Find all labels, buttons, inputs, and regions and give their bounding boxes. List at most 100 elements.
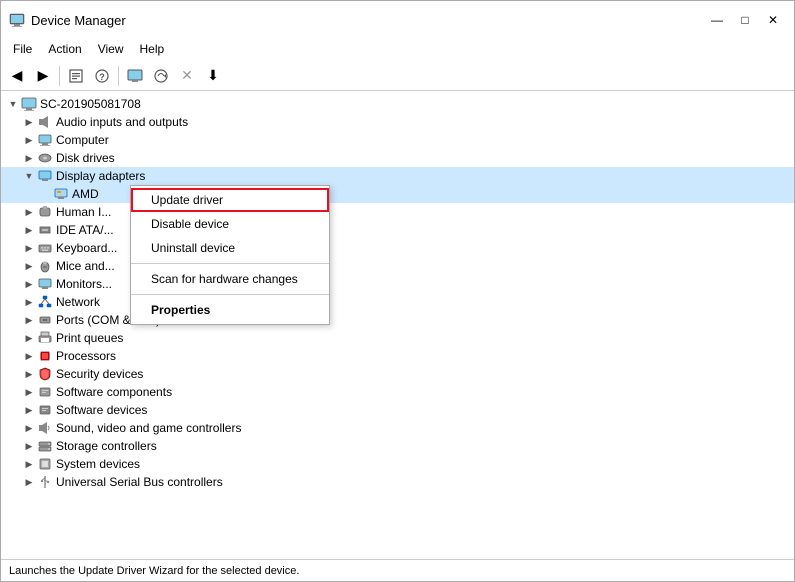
system-icon [37, 456, 53, 472]
ports-expander: ▶ [21, 312, 37, 328]
title-bar: Device Manager — □ ✕ [1, 1, 794, 37]
audio-expander: ▶ [21, 114, 37, 130]
system-label: System devices [56, 457, 140, 471]
window-title: Device Manager [31, 13, 126, 28]
keyboard-icon [37, 240, 53, 256]
sound-expander: ▶ [21, 420, 37, 436]
tree-ports[interactable]: ▶ Ports (COM & LPT) [1, 311, 794, 329]
hid-icon [37, 204, 53, 220]
remove-device-button[interactable]: ✕ [175, 64, 199, 88]
tree-mice[interactable]: ▶ Mice and... [1, 257, 794, 275]
sw-components-label: Software components [56, 385, 172, 399]
mice-icon [37, 258, 53, 274]
tree-usb[interactable]: ▶ Universal Serial Bus controllers [1, 473, 794, 491]
disk-icon [37, 150, 53, 166]
root-expander: ▼ [5, 96, 21, 112]
tree-amd[interactable]: AMD [1, 185, 794, 203]
ctx-update-driver[interactable]: Update driver [131, 188, 329, 212]
device-tree[interactable]: ▼ SC-201905081708 ▶ Audio inputs and out… [1, 91, 794, 559]
context-menu: Update driver Disable device Uninstall d… [130, 185, 330, 325]
tree-system[interactable]: ▶ System devices [1, 455, 794, 473]
tree-sw-components[interactable]: ▶ Software components [1, 383, 794, 401]
tree-storage[interactable]: ▶ Storage controllers [1, 437, 794, 455]
usb-expander: ▶ [21, 474, 37, 490]
storage-expander: ▶ [21, 438, 37, 454]
computer-icon [37, 132, 53, 148]
scan-changes-button[interactable] [149, 64, 173, 88]
maximize-button[interactable]: □ [732, 9, 758, 31]
device-manager-window: Device Manager — □ ✕ File Action View He… [0, 0, 795, 582]
mice-label: Mice and... [56, 259, 115, 273]
security-expander: ▶ [21, 366, 37, 382]
audio-icon [37, 114, 53, 130]
menu-view[interactable]: View [90, 39, 132, 59]
root-icon [21, 96, 37, 112]
status-text: Launches the Update Driver Wizard for th… [9, 565, 299, 577]
menu-bar: File Action View Help [1, 37, 794, 61]
menu-action[interactable]: Action [40, 39, 89, 59]
sw-components-icon [37, 384, 53, 400]
display-icon [37, 168, 53, 184]
menu-help[interactable]: Help [132, 39, 173, 59]
tree-keyboard[interactable]: ▶ Keyboard... [1, 239, 794, 257]
tree-audio[interactable]: ▶ Audio inputs and outputs [1, 113, 794, 131]
ports-icon [37, 312, 53, 328]
main-content: ▼ SC-201905081708 ▶ Audio inputs and out… [1, 91, 794, 559]
tree-print[interactable]: ▶ Print queues [1, 329, 794, 347]
help-button[interactable]: ? [90, 64, 114, 88]
tree-disk[interactable]: ▶ Disk drives [1, 149, 794, 167]
ide-label: IDE ATA/... [56, 223, 114, 237]
ctx-separator-1 [131, 263, 329, 264]
storage-label: Storage controllers [56, 439, 157, 453]
forward-button[interactable]: ▶ [31, 64, 55, 88]
sw-components-expander: ▶ [21, 384, 37, 400]
usb-icon [37, 474, 53, 490]
ctx-properties[interactable]: Properties [131, 298, 329, 322]
display-expander: ▼ [21, 168, 37, 184]
show-monitor-button[interactable] [123, 64, 147, 88]
processors-expander: ▶ [21, 348, 37, 364]
network-icon [37, 294, 53, 310]
tree-computer[interactable]: ▶ Computer [1, 131, 794, 149]
computer-label: Computer [56, 133, 109, 147]
back-button[interactable]: ◀ [5, 64, 29, 88]
tree-root[interactable]: ▼ SC-201905081708 [1, 95, 794, 113]
ctx-scan-hardware[interactable]: Scan for hardware changes [131, 267, 329, 291]
disk-expander: ▶ [21, 150, 37, 166]
toolbar-separator-2 [118, 66, 119, 86]
hid-expander: ▶ [21, 204, 37, 220]
tree-display[interactable]: ▼ Display adapters [1, 167, 794, 185]
ctx-uninstall-device[interactable]: Uninstall device [131, 236, 329, 260]
network-expander: ▶ [21, 294, 37, 310]
security-icon [37, 366, 53, 382]
amd-expander [37, 186, 53, 202]
amd-label: AMD [72, 187, 99, 201]
menu-file[interactable]: File [5, 39, 40, 59]
tree-sw-devices[interactable]: ▶ Software devices [1, 401, 794, 419]
properties-button[interactable] [64, 64, 88, 88]
usb-label: Universal Serial Bus controllers [56, 475, 223, 489]
tree-ide[interactable]: ▶ IDE ATA/... [1, 221, 794, 239]
root-label: SC-201905081708 [40, 97, 141, 111]
processors-icon [37, 348, 53, 364]
update-driver-button[interactable]: ⬇ [201, 64, 225, 88]
keyboard-label: Keyboard... [56, 241, 117, 255]
tree-security[interactable]: ▶ Security devices [1, 365, 794, 383]
tree-network[interactable]: ▶ Network [1, 293, 794, 311]
ctx-separator-2 [131, 294, 329, 295]
tree-sound[interactable]: ▶ Sound, video and game controllers [1, 419, 794, 437]
minimize-button[interactable]: — [704, 9, 730, 31]
ide-expander: ▶ [21, 222, 37, 238]
mice-expander: ▶ [21, 258, 37, 274]
status-bar: Launches the Update Driver Wizard for th… [1, 559, 794, 581]
tree-monitors[interactable]: ▶ Monitors... [1, 275, 794, 293]
close-button[interactable]: ✕ [760, 9, 786, 31]
monitors-label: Monitors... [56, 277, 112, 291]
tree-processors[interactable]: ▶ Processors [1, 347, 794, 365]
tree-hid[interactable]: ▶ Human I... [1, 203, 794, 221]
network-label: Network [56, 295, 100, 309]
sound-icon [37, 420, 53, 436]
display-label: Display adapters [56, 169, 145, 183]
toolbar: ◀ ▶ ? ✕ ⬇ [1, 61, 794, 91]
ctx-disable-device[interactable]: Disable device [131, 212, 329, 236]
